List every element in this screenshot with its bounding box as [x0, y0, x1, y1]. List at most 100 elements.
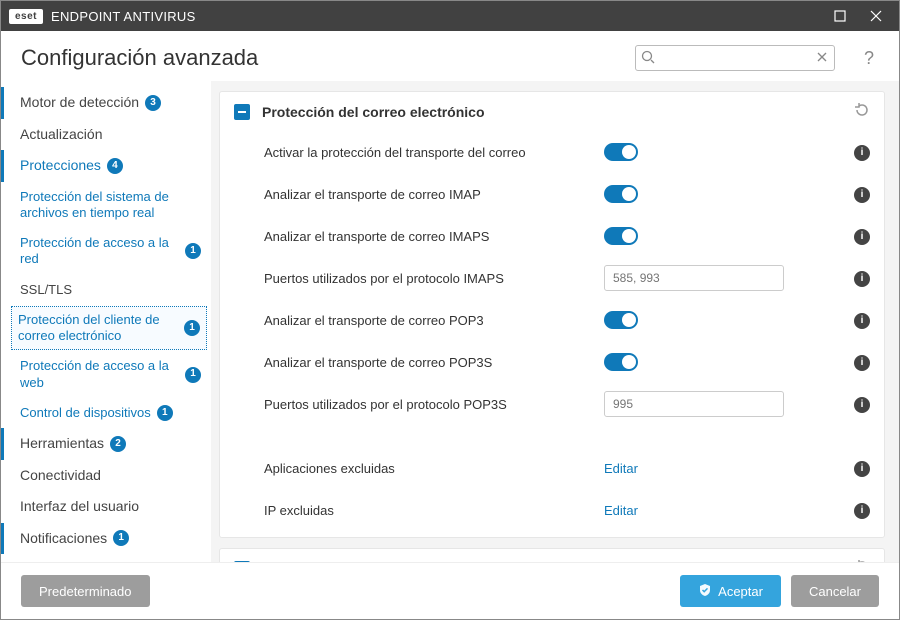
sidebar-item-label: Protección del sistema de archivos en ti… [20, 189, 201, 222]
body: Motor de detección 3 Actualización Prote… [1, 81, 899, 562]
row-excluded-apps: Aplicaciones excluidas Editar i [220, 447, 884, 489]
reset-icon[interactable] [854, 559, 870, 562]
setting-label: Analizar el transporte de correo POP3 [264, 313, 604, 328]
sidebar-item-device-control[interactable]: Control de dispositivos 1 [1, 398, 211, 428]
sidebar-item-tools[interactable]: Herramientas 2 [1, 428, 211, 460]
input-pop3s-ports[interactable] [604, 391, 784, 417]
sidebar-item-notifications[interactable]: Notificaciones 1 [1, 523, 211, 555]
setting-label: Puertos utilizados por el protocolo POP3… [264, 397, 604, 412]
search-input[interactable] [635, 45, 835, 71]
sidebar-item-ui[interactable]: Interfaz del usuario [1, 491, 211, 523]
setting-label: Activar la protección del transporte del… [264, 145, 604, 160]
info-icon[interactable]: i [854, 271, 870, 287]
sidebar-item-label: Protección del cliente de correo electró… [18, 312, 178, 345]
setting-label: Puertos utilizados por el protocolo IMAP… [264, 271, 604, 286]
toggle-imap[interactable] [604, 185, 638, 203]
panel-mailbox-protection: Protección del buzón de correo [219, 548, 885, 562]
window-controls [825, 1, 891, 31]
info-icon[interactable]: i [854, 503, 870, 519]
toggle-pop3[interactable] [604, 311, 638, 329]
row-excluded-ips: IP excluidas Editar i [220, 489, 884, 537]
app-window: eset ENDPOINT ANTIVIRUS Configuración av… [0, 0, 900, 620]
sidebar-badge: 3 [145, 95, 161, 111]
brand-box: eset [9, 9, 43, 24]
product-name: ENDPOINT ANTIVIRUS [51, 9, 196, 24]
sidebar: Motor de detección 3 Actualización Prote… [1, 81, 211, 562]
setting-label: IP excluidas [264, 503, 604, 518]
sidebar-item-label: Protecciones [20, 157, 101, 175]
panel-email-protection: Protección del correo electrónico Activa… [219, 91, 885, 538]
sidebar-item-label: Notificaciones [20, 530, 107, 548]
default-button[interactable]: Predeterminado [21, 575, 150, 607]
info-icon[interactable]: i [854, 461, 870, 477]
toggle-enable-transport[interactable] [604, 143, 638, 161]
reset-icon[interactable] [854, 102, 870, 121]
toggle-imaps[interactable] [604, 227, 638, 245]
help-button[interactable]: ? [859, 48, 879, 69]
sidebar-badge: 1 [184, 320, 200, 336]
sidebar-item-realtime-fs[interactable]: Protección del sistema de archivos en ti… [1, 182, 211, 229]
search-field [635, 45, 835, 71]
sidebar-item-label: SSL/TLS [20, 282, 72, 298]
sidebar-badge: 1 [185, 367, 201, 383]
edit-excluded-ips[interactable]: Editar [604, 503, 638, 518]
titlebar: eset ENDPOINT ANTIVIRUS [1, 1, 899, 31]
search-icon [641, 50, 655, 67]
brand: eset ENDPOINT ANTIVIRUS [9, 9, 196, 24]
row-pop3s-ports: Puertos utilizados por el protocolo POP3… [220, 383, 884, 425]
info-icon[interactable]: i [854, 355, 870, 371]
sidebar-item-label: Protección de acceso a la web [20, 358, 179, 391]
maximize-button[interactable] [825, 1, 855, 31]
sidebar-item-label: Interfaz del usuario [20, 498, 139, 516]
row-imaps-ports: Puertos utilizados por el protocolo IMAP… [220, 257, 884, 299]
sidebar-item-label: Conectividad [20, 467, 101, 485]
cancel-button[interactable]: Cancelar [791, 575, 879, 607]
sidebar-item-network-access[interactable]: Protección de acceso a la red 1 [1, 228, 211, 275]
sidebar-item-web-access[interactable]: Protección de acceso a la web 1 [1, 351, 211, 398]
info-icon[interactable]: i [854, 145, 870, 161]
edit-excluded-apps[interactable]: Editar [604, 461, 638, 476]
info-icon[interactable]: i [854, 229, 870, 245]
sidebar-item-update[interactable]: Actualización [1, 119, 211, 151]
sidebar-item-detection-engine[interactable]: Motor de detección 3 [1, 87, 211, 119]
collapse-icon[interactable] [234, 104, 250, 120]
row-imap: Analizar el transporte de correo IMAP i [220, 173, 884, 215]
row-pop3s: Analizar el transporte de correo POP3S i [220, 341, 884, 383]
input-imaps-ports[interactable] [604, 265, 784, 291]
sidebar-item-label: Motor de detección [20, 94, 139, 112]
sidebar-item-label: Herramientas [20, 435, 104, 453]
setting-label: Aplicaciones excluidas [264, 461, 604, 476]
toggle-pop3s[interactable] [604, 353, 638, 371]
sidebar-badge: 1 [113, 530, 129, 546]
clear-search-icon[interactable] [815, 50, 829, 67]
info-icon[interactable]: i [854, 397, 870, 413]
sidebar-badge: 1 [185, 243, 201, 259]
sidebar-item-ssl-tls[interactable]: SSL/TLS [1, 275, 211, 305]
info-icon[interactable]: i [854, 313, 870, 329]
main-content: Protección del correo electrónico Activa… [211, 81, 899, 562]
sidebar-item-label: Control de dispositivos [20, 405, 151, 421]
setting-label: Analizar el transporte de correo IMAPS [264, 229, 604, 244]
page-title: Configuración avanzada [21, 45, 258, 71]
footer: Predeterminado Aceptar Cancelar [1, 562, 899, 619]
panel-title: Protección del correo electrónico [262, 104, 485, 120]
shield-check-icon [698, 583, 712, 600]
setting-label: Analizar el transporte de correo POP3S [264, 355, 604, 370]
info-icon[interactable]: i [854, 187, 870, 203]
sidebar-item-email-client[interactable]: Protección del cliente de correo electró… [11, 306, 207, 351]
sidebar-item-label: Actualización [20, 126, 103, 144]
accept-label: Aceptar [718, 584, 763, 599]
sidebar-item-connectivity[interactable]: Conectividad [1, 460, 211, 492]
accept-button[interactable]: Aceptar [680, 575, 781, 607]
page-header: Configuración avanzada ? [1, 31, 899, 81]
panel-header[interactable]: Protección del buzón de correo [220, 549, 884, 562]
sidebar-badge: 1 [157, 405, 173, 421]
row-pop3: Analizar el transporte de correo POP3 i [220, 299, 884, 341]
panel-header[interactable]: Protección del correo electrónico [220, 92, 884, 131]
sidebar-item-label: Protección de acceso a la red [20, 235, 179, 268]
row-imaps: Analizar el transporte de correo IMAPS i [220, 215, 884, 257]
sidebar-badge: 4 [107, 158, 123, 174]
sidebar-item-protections[interactable]: Protecciones 4 [1, 150, 211, 182]
close-button[interactable] [861, 1, 891, 31]
setting-label: Analizar el transporte de correo IMAP [264, 187, 604, 202]
